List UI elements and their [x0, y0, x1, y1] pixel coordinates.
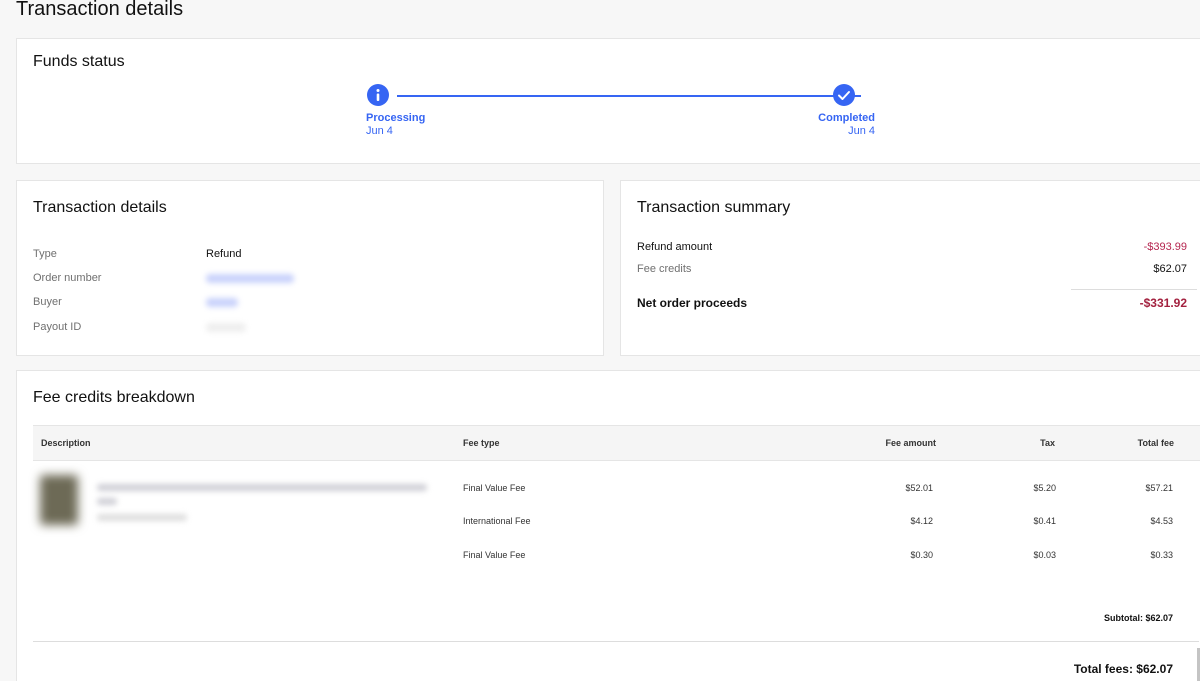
fee-type-cell: International Fee: [463, 516, 531, 526]
checkmark-icon: [833, 84, 855, 106]
type-value: Refund: [206, 248, 242, 260]
column-header-total-fee: Total fee: [1137, 438, 1174, 448]
progress-track: [397, 95, 861, 97]
transaction-summary-title: Transaction summary: [637, 199, 791, 216]
total-fee-cell: $0.33: [1150, 550, 1173, 560]
column-header-tax: Tax: [1040, 438, 1055, 448]
step-processing-date: Jun 4: [366, 125, 393, 137]
tax-cell: $0.41: [1033, 516, 1056, 526]
funds-status-card: Funds status Processing Jun 4 Completed …: [16, 38, 1200, 164]
step-completed-label: Completed: [818, 112, 875, 124]
order-number-label: Order number: [33, 272, 102, 284]
fee-amount-cell: $0.30: [910, 550, 933, 560]
transaction-details-title: Transaction details: [33, 199, 167, 216]
net-order-proceeds-label: Net order proceeds: [637, 296, 748, 310]
info-icon: [367, 84, 389, 106]
total-fees: Total fees: $62.07: [1073, 662, 1173, 676]
item-subtitle: [97, 514, 187, 521]
item-title-link[interactable]: [97, 484, 427, 491]
transaction-details-card: Transaction details Type Refund Order nu…: [16, 180, 604, 356]
item-thumbnail[interactable]: [40, 475, 78, 525]
refund-amount-label: Refund amount: [637, 241, 713, 253]
fee-credits-label: Fee credits: [637, 263, 692, 275]
total-fee-cell: $57.21: [1145, 483, 1173, 493]
fee-credits-breakdown-card: Fee credits breakdown Description Fee ty…: [16, 370, 1200, 681]
column-header-fee-amount: Fee amount: [885, 438, 936, 448]
fee-type-cell: Final Value Fee: [463, 550, 526, 560]
fee-type-cell: Final Value Fee: [463, 483, 526, 493]
funds-status-title: Funds status: [33, 53, 125, 70]
column-header-description: Description: [41, 438, 91, 448]
step-completed-date: Jun 4: [848, 125, 875, 137]
buyer-link[interactable]: [206, 298, 238, 307]
fee-amount-cell: $52.01: [905, 483, 933, 493]
column-header-fee-type: Fee type: [463, 438, 500, 448]
step-processing-label: Processing: [366, 112, 426, 124]
payout-id-value: [206, 323, 246, 332]
item-title-line-2: [97, 498, 117, 505]
transaction-summary-card: Transaction summary Refund amount -$393.…: [620, 180, 1200, 356]
page-title: Transaction details: [16, 0, 184, 20]
tax-cell: $0.03: [1033, 550, 1056, 560]
order-number-link[interactable]: [206, 274, 294, 283]
fee-credits-value: $62.07: [1153, 263, 1187, 275]
type-label: Type: [33, 248, 57, 260]
payout-id-label: Payout ID: [33, 321, 82, 333]
fee-amount-cell: $4.12: [910, 516, 933, 526]
tax-cell: $5.20: [1033, 483, 1056, 493]
table-header: Description Fee type Fee amount Tax Tota…: [33, 425, 1200, 461]
summary-divider: [1071, 289, 1197, 290]
totals-divider: [33, 641, 1199, 642]
subtotal: Subtotal: $62.07: [1103, 613, 1173, 623]
total-fee-cell: $4.53: [1150, 516, 1173, 526]
buyer-label: Buyer: [33, 296, 62, 308]
fee-credits-breakdown-title: Fee credits breakdown: [33, 389, 195, 406]
net-order-proceeds-value: -$331.92: [1139, 296, 1187, 310]
refund-amount-value: -$393.99: [1143, 241, 1187, 253]
